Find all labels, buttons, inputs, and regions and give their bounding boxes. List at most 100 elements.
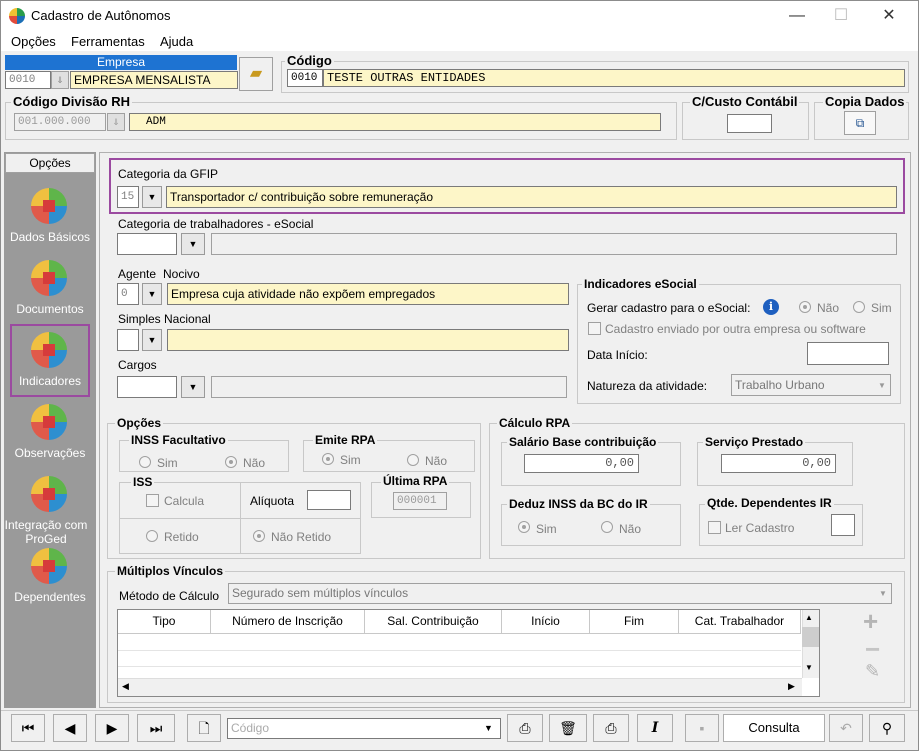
aliquota-field[interactable]: [307, 490, 351, 510]
custo-field[interactable]: [727, 114, 772, 133]
deduz-nao-radio[interactable]: [601, 521, 613, 533]
salario-title: Salário Base contribuição: [507, 435, 659, 449]
indicadores-title: Indicadores eSocial: [582, 277, 699, 291]
ultima-rpa-field: 000001: [393, 492, 447, 510]
data-inicio-field[interactable]: [807, 342, 889, 365]
scroll-left-icon[interactable]: ◀: [122, 681, 129, 692]
maximize-button[interactable]: ☐: [827, 5, 855, 27]
add-row-icon[interactable]: +: [863, 607, 878, 635]
retido-radio[interactable]: [146, 530, 158, 542]
menu-ferramentas[interactable]: Ferramentas: [71, 34, 145, 49]
esocial-category-code-field[interactable]: [117, 233, 177, 255]
dependentes-ir-field[interactable]: [831, 514, 855, 536]
empresa-lookup-icon[interactable]: ⇓: [51, 71, 69, 89]
servico-field[interactable]: 0,00: [721, 454, 836, 473]
save-button[interactable]: ▪: [685, 714, 719, 742]
edit-row-icon[interactable]: ✎: [865, 661, 880, 682]
scroll-up-icon[interactable]: ▲: [805, 613, 813, 622]
report-button[interactable]: ⎙: [507, 714, 543, 742]
chevron-down-icon: ▼: [147, 192, 157, 202]
metodo-label: Método de Cálculo: [119, 589, 220, 603]
inss-sim-radio[interactable]: [139, 456, 151, 468]
menu-ajuda[interactable]: Ajuda: [160, 34, 193, 49]
ler-cadastro-checkbox[interactable]: [708, 521, 721, 534]
folder-icon: ▰: [249, 65, 263, 82]
horizontal-scrollbar[interactable]: [118, 678, 802, 696]
search-button[interactable]: ⚲: [869, 714, 905, 742]
divisao-code-field[interactable]: 001.000.000: [14, 113, 106, 131]
deduz-title: Deduz INSS da BC do IR: [507, 497, 650, 511]
gfip-dropdown-button[interactable]: ▼: [142, 186, 162, 208]
scroll-thumb[interactable]: [802, 627, 819, 647]
copy-data-button[interactable]: ⧉: [844, 111, 876, 135]
enviado-label: Cadastro enviado por outra empresa ou so…: [605, 322, 866, 336]
sidebar-item-dependentes[interactable]: Dependentes: [4, 590, 96, 604]
chevron-down-icon: ▼: [188, 382, 198, 392]
remove-row-icon[interactable]: −: [865, 636, 880, 662]
gerar-sim-radio[interactable]: [853, 301, 865, 313]
esocial-category-dropdown[interactable]: ▼: [181, 233, 205, 255]
codigo-search-select[interactable]: Código: [227, 718, 501, 739]
indicadores-icon: [31, 332, 67, 368]
printer-icon: ⎙: [605, 720, 617, 736]
prev-icon: ◀: [64, 720, 76, 736]
scroll-down-icon[interactable]: ▼: [805, 663, 813, 672]
cargos-label: Cargos: [118, 358, 157, 372]
print-button[interactable]: ⎙: [593, 714, 629, 742]
enviado-checkbox[interactable]: [588, 322, 601, 335]
menu-opcoes[interactable]: Opções: [11, 34, 56, 49]
salario-field[interactable]: 0,00: [524, 454, 639, 473]
calculo-title: Cálculo RPA: [497, 416, 573, 430]
agente-label: Agente: [118, 267, 157, 281]
calcula-checkbox[interactable]: [146, 494, 159, 507]
window-title: Cadastro de Autônomos: [31, 8, 171, 23]
next-record-button[interactable]: ▶: [95, 714, 129, 742]
cargos-dropdown-button[interactable]: ▼: [181, 376, 205, 398]
empresa-code-field[interactable]: 0010: [5, 71, 51, 89]
inss-title: INSS Facultativo: [129, 433, 228, 447]
agente-code-field[interactable]: 0: [117, 283, 139, 305]
scroll-right-icon[interactable]: ▶: [788, 681, 795, 692]
simples-code-field[interactable]: [117, 329, 139, 351]
italic-button[interactable]: I: [637, 714, 673, 742]
sidebar-item-dados-basicos[interactable]: Dados Básicos: [4, 230, 96, 244]
undo-button[interactable]: ↶: [829, 714, 863, 742]
open-folder-button[interactable]: ▰: [239, 57, 273, 91]
gfip-code-field[interactable]: 15: [117, 186, 139, 208]
inss-nao-label: Não: [243, 456, 266, 470]
ler-cadastro-label: Ler Cadastro: [725, 521, 795, 535]
sidebar-item-documentos[interactable]: Documentos: [4, 302, 96, 316]
table-row: [118, 666, 801, 667]
deduz-sim-radio[interactable]: [518, 521, 530, 533]
simples-value-field: [167, 329, 569, 351]
cargos-code-field[interactable]: [117, 376, 177, 398]
chevron-down-icon: ▼: [878, 381, 886, 390]
info-icon[interactable]: i: [763, 299, 779, 315]
minimize-button[interactable]: —: [783, 5, 811, 27]
nao-retido-radio[interactable]: [253, 530, 265, 542]
agente-dropdown-button[interactable]: ▼: [142, 283, 162, 305]
sidebar-item-integracao[interactable]: Integração com ProGed: [4, 518, 88, 546]
gerar-nao-radio[interactable]: [799, 301, 811, 313]
last-icon: ⏭: [149, 720, 163, 736]
iss-divider-h: [119, 518, 361, 519]
rpa-nao-radio[interactable]: [407, 454, 419, 466]
prev-record-button[interactable]: ◀: [53, 714, 87, 742]
first-record-button[interactable]: ⏮: [11, 714, 45, 742]
inss-nao-radio[interactable]: [225, 456, 237, 468]
last-record-button[interactable]: ⏭: [137, 714, 175, 742]
close-button[interactable]: ✕: [875, 5, 903, 27]
new-record-button[interactable]: 🗋: [187, 714, 221, 742]
rpa-sim-radio[interactable]: [322, 453, 334, 465]
delete-button[interactable]: 🗑: [549, 714, 587, 742]
codigo-name-field[interactable]: TESTE OUTRAS ENTIDADES: [323, 69, 905, 87]
metodo-select[interactable]: Segurado sem múltiplos vínculos: [228, 583, 892, 604]
dependentes-icon: [31, 548, 67, 584]
codigo-code-field[interactable]: 0010: [287, 69, 323, 87]
inss-sim-label: Sim: [157, 456, 178, 470]
sidebar-item-observacoes[interactable]: Observações: [4, 446, 96, 460]
simples-dropdown-button[interactable]: ▼: [142, 329, 162, 351]
divisao-lookup-icon[interactable]: ⇓: [107, 113, 125, 131]
sidebar-item-indicadores[interactable]: Indicadores: [4, 374, 96, 388]
natureza-select[interactable]: Trabalho Urbano: [731, 374, 891, 396]
